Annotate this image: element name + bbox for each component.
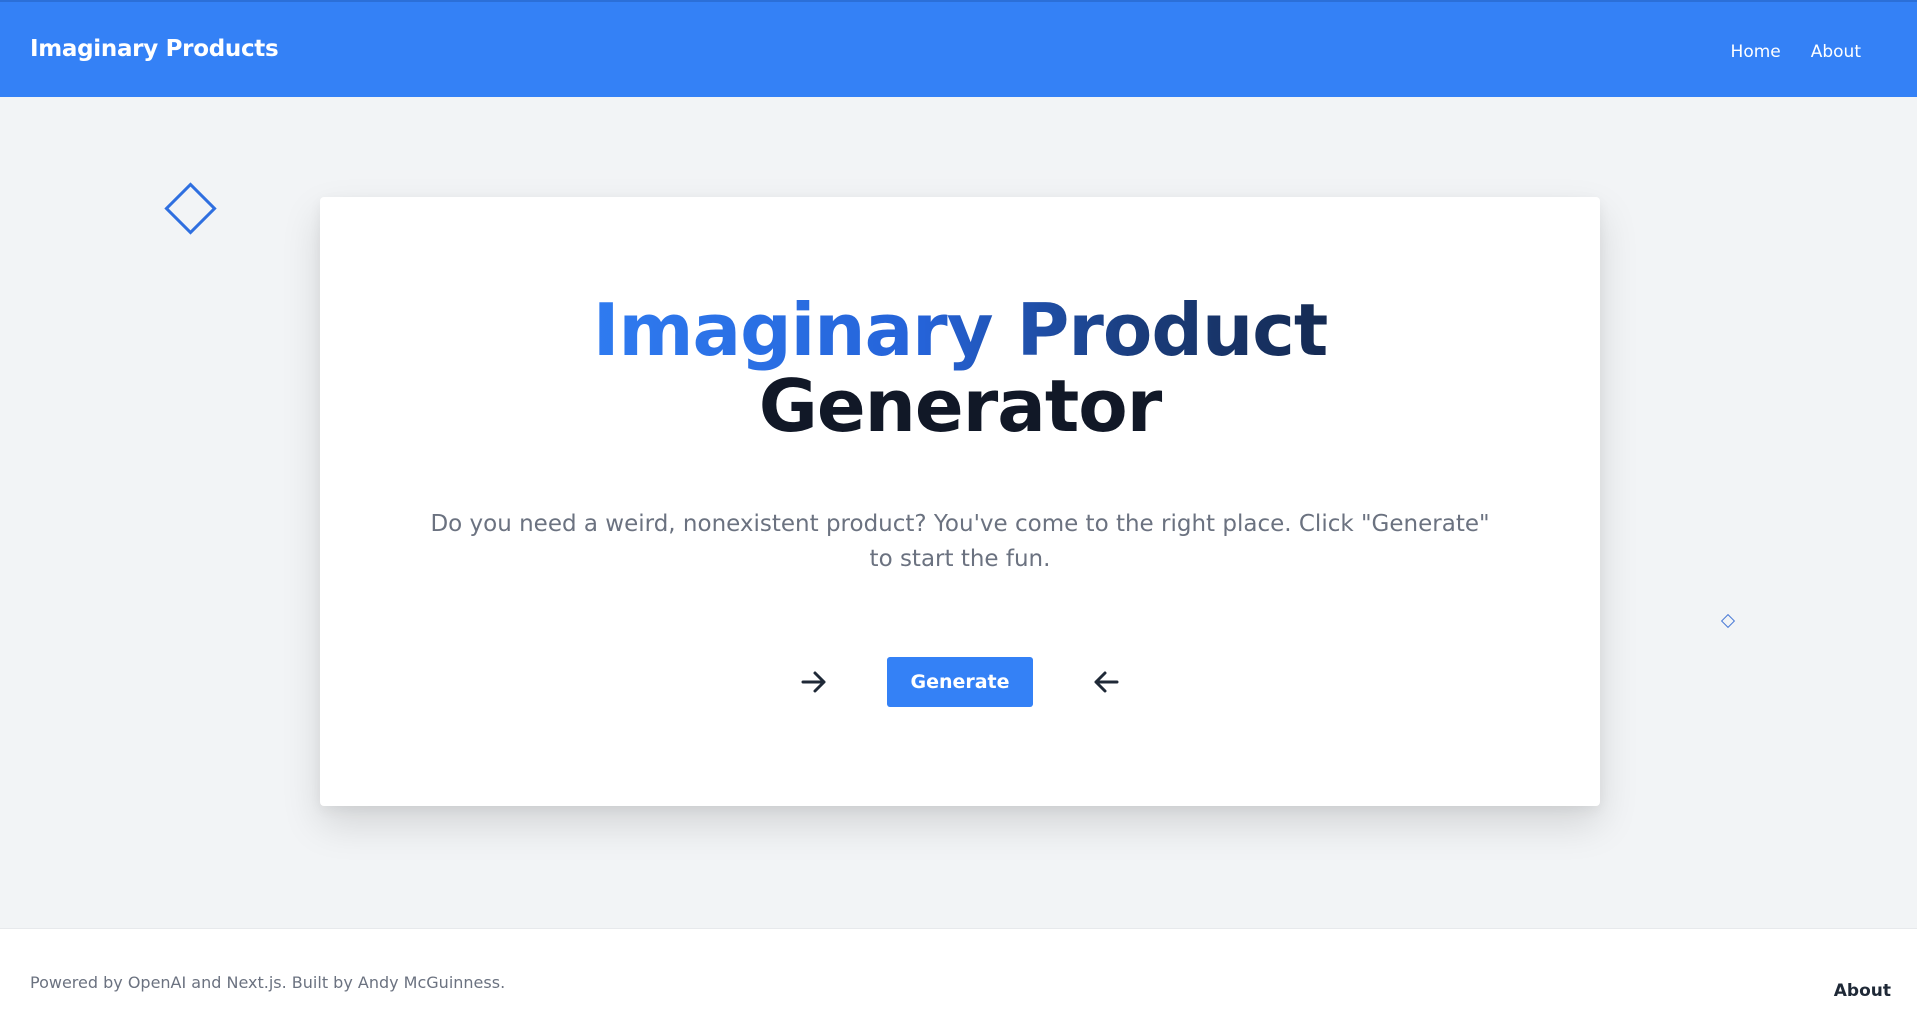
arrow-right-icon <box>801 671 826 693</box>
generate-button[interactable]: Generate <box>887 657 1033 707</box>
hero-card: Imaginary Product Generator Do you need … <box>320 197 1600 806</box>
arrow-left-icon <box>1094 671 1119 693</box>
brand-logo-link[interactable]: Imaginary Products <box>30 36 279 62</box>
generate-row: Generate <box>320 657 1600 707</box>
page-title: Imaginary Product Generator <box>320 292 1600 444</box>
top-navbar: Imaginary Products Home About <box>0 0 1917 97</box>
title-line-2: Generator <box>758 364 1163 448</box>
footer-about-link[interactable]: About <box>1834 981 1891 1001</box>
footer-credit: Powered by OpenAI and Next.js. Built by … <box>30 973 506 992</box>
page-footer: Powered by OpenAI and Next.js. Built by … <box>0 928 1917 1032</box>
decorative-diamond-large <box>164 182 217 235</box>
hero-subtitle: Do you need a weird, nonexistent product… <box>430 511 1490 572</box>
main-nav: Home About <box>1731 42 1861 62</box>
title-line-1: Imaginary Product <box>592 288 1329 372</box>
nav-link-home[interactable]: Home <box>1731 42 1781 62</box>
decorative-diamond-small <box>1720 613 1736 629</box>
nav-link-about[interactable]: About <box>1811 42 1861 62</box>
